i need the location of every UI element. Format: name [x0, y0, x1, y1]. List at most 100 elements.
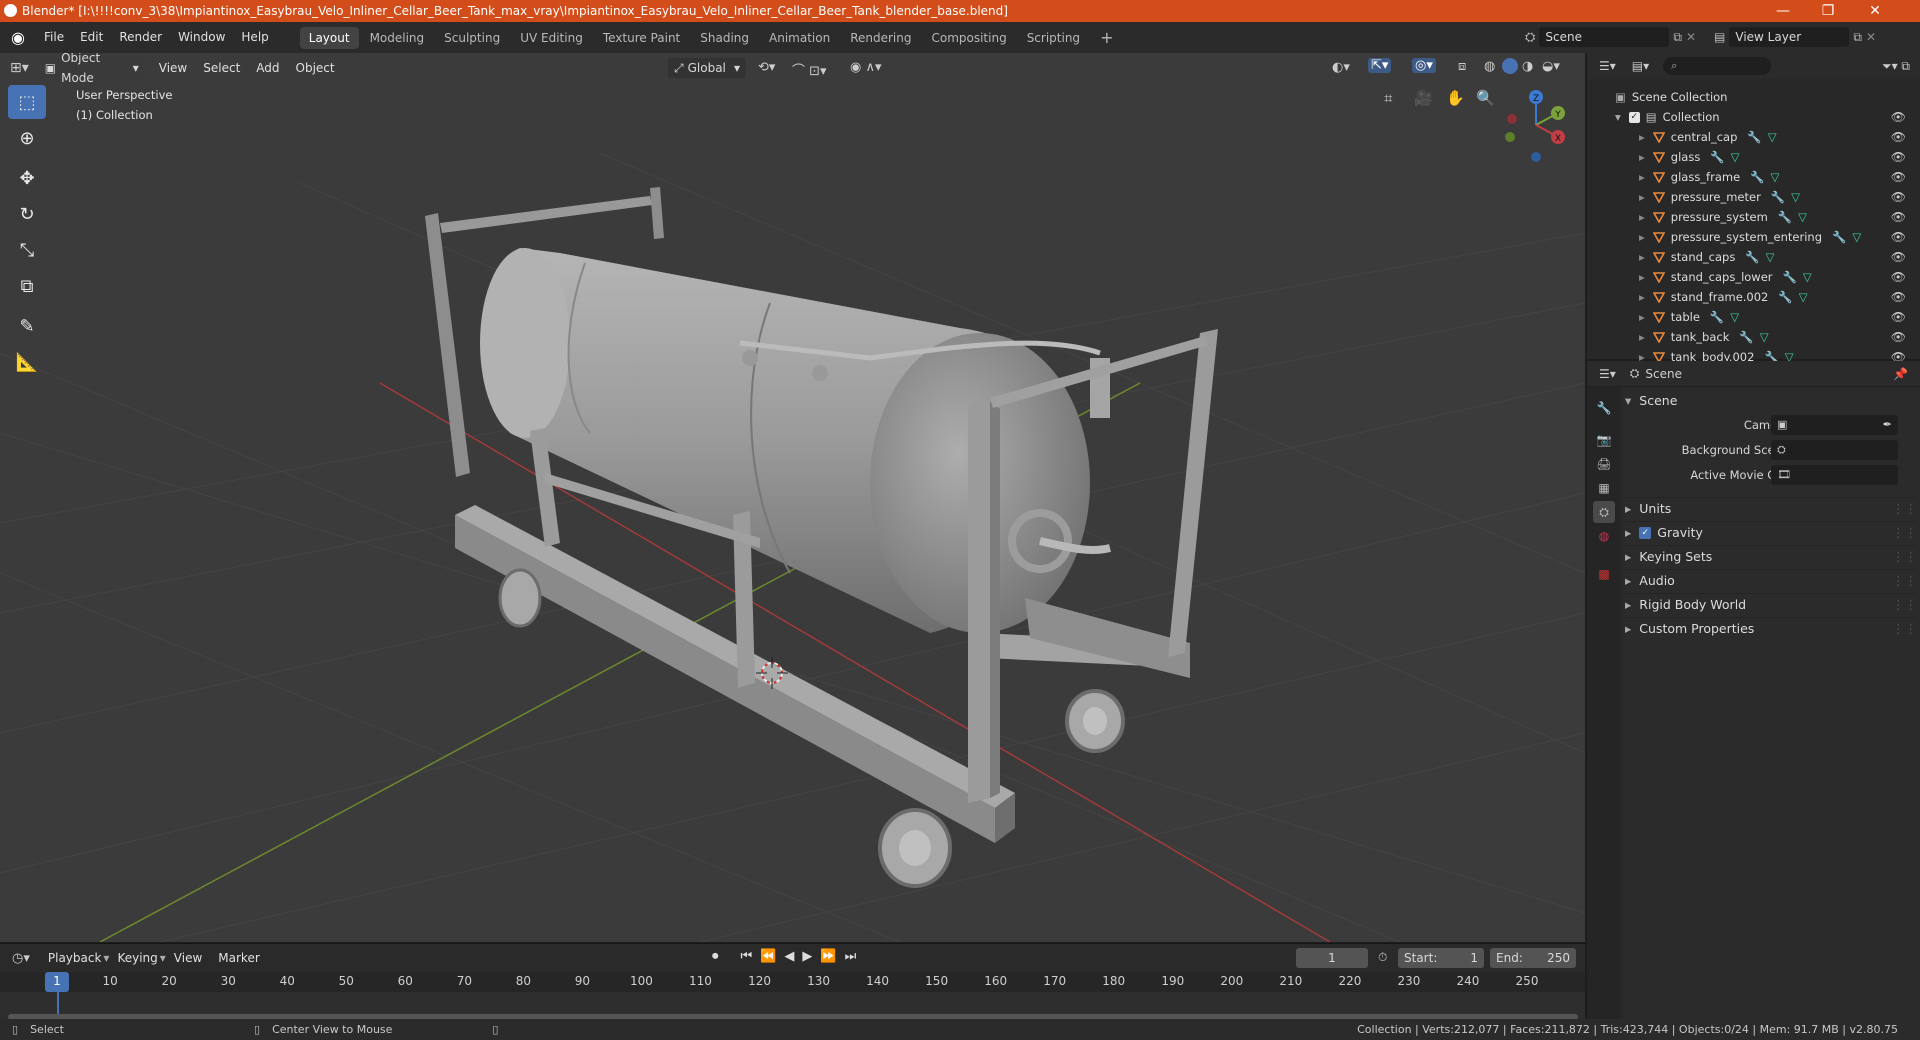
mesh-data-icon[interactable]: ▽	[1798, 210, 1807, 224]
visibility-eye-icon[interactable]: 👁	[1891, 150, 1906, 164]
outliner-row-object[interactable]: ▸ tank_back 🔧 ▽ 👁	[1587, 327, 1920, 347]
modifier-wrench-icon[interactable]: 🔧	[1745, 250, 1759, 264]
delete-scene-icon[interactable]: ✕	[1686, 30, 1696, 44]
scene-tab-icon[interactable]: ⛭	[1593, 501, 1615, 523]
scene-selector[interactable]: Scene	[1539, 27, 1670, 47]
view-layer-icon[interactable]: ▤	[1714, 30, 1725, 44]
render-tab-icon[interactable]: 📷	[1593, 429, 1615, 451]
subpanel-units[interactable]: ▸ Units ⋮⋮	[1625, 497, 1917, 519]
expand-arrow-icon[interactable]: ▸	[1639, 210, 1645, 224]
editor-type-icon[interactable]: ⊞▾	[10, 60, 29, 76]
measure-tool-icon[interactable]: 📐	[8, 345, 46, 379]
prev-keyframe-icon[interactable]: ⏪	[760, 949, 776, 964]
blender-menu-icon[interactable]: ◉	[0, 28, 36, 47]
tab-layout[interactable]: Layout	[299, 26, 359, 49]
subpanel-audio[interactable]: ▸ Audio ⋮⋮	[1625, 569, 1917, 591]
modifier-wrench-icon[interactable]: 🔧	[1778, 290, 1792, 304]
scene-section-header[interactable]: ▾ Scene	[1625, 389, 1677, 411]
outliner-row-object[interactable]: ▸ glass 🔧 ▽ 👁	[1587, 147, 1920, 167]
mesh-data-icon[interactable]: ▽	[1771, 170, 1780, 184]
timeline-track-area[interactable]: 1 10 20 30 40 50 60 70 80 90 100 110 120 130 140 150 160…	[0, 972, 1585, 1024]
subpanel-custom-properties[interactable]: ▸ Custom Properties ⋮⋮	[1625, 617, 1917, 639]
tab-modeling[interactable]: Modeling	[361, 27, 434, 49]
camera-view-icon[interactable]: 🎥	[1414, 89, 1433, 107]
tab-rendering[interactable]: Rendering	[841, 27, 920, 49]
visibility-eye-icon[interactable]: 👁	[1891, 190, 1906, 204]
scale-tool-icon[interactable]: ⤡	[8, 233, 46, 267]
mode-selector[interactable]: ▣ Object Mode ▾	[38, 53, 145, 85]
outliner-row-object[interactable]: ▸ pressure_system_entering 🔧 ▽ 👁	[1587, 227, 1920, 247]
visibility-icon[interactable]: ◐▾	[1332, 60, 1350, 75]
move-tool-icon[interactable]: ✥	[8, 161, 46, 195]
mesh-data-icon[interactable]: ▽	[1799, 290, 1808, 304]
mesh-data-icon[interactable]: ▽	[1803, 270, 1812, 284]
collection-checkbox[interactable]: ✓	[1628, 111, 1640, 123]
visibility-eye-icon[interactable]: 👁	[1891, 250, 1906, 264]
pin-icon[interactable]: 📌	[1893, 367, 1908, 381]
mesh-data-icon[interactable]: ▽	[1766, 250, 1775, 264]
visibility-eye-icon[interactable]: 👁	[1891, 290, 1906, 304]
expand-arrow-icon[interactable]: ▸	[1639, 150, 1645, 164]
viewport-menu-view[interactable]: View	[151, 53, 195, 84]
rotate-tool-icon[interactable]: ↻	[8, 197, 46, 231]
cursor-tool-icon[interactable]: ⊕	[8, 121, 46, 155]
navigation-gizmo[interactable]: Z Y X	[1496, 85, 1576, 165]
expand-arrow-icon[interactable]: ▸	[1639, 190, 1645, 204]
properties-editor-type-icon[interactable]: ☰▾	[1599, 367, 1616, 381]
modifier-wrench-icon[interactable]: 🔧	[1783, 270, 1797, 284]
annotate-tool-icon[interactable]: ✎	[8, 309, 46, 343]
jump-end-icon[interactable]: ⏭	[845, 949, 857, 964]
visibility-eye-icon[interactable]: 👁	[1891, 110, 1906, 124]
expand-arrow-icon[interactable]: ▸	[1639, 130, 1645, 144]
tab-sculpting[interactable]: Sculpting	[435, 27, 509, 49]
modifier-wrench-icon[interactable]: 🔧	[1710, 150, 1724, 164]
wireframe-shading-icon[interactable]: ◍	[1484, 59, 1495, 74]
modifier-wrench-icon[interactable]: 🔧	[1747, 130, 1761, 144]
timeline-editor-type-icon[interactable]: ◷▾	[12, 951, 30, 966]
outliner-row-object[interactable]: ▸ central_cap 🔧 ▽ 👁	[1587, 127, 1920, 147]
display-mode-icon[interactable]: ▤▾	[1632, 59, 1649, 73]
solid-shading-icon[interactable]	[1502, 58, 1518, 74]
new-scene-icon[interactable]: ⧉	[1673, 30, 1682, 45]
modifier-wrench-icon[interactable]: 🔧	[1778, 210, 1792, 224]
modifier-wrench-icon[interactable]: 🔧	[1710, 310, 1724, 324]
camera-field[interactable]: ▣ ✒	[1771, 415, 1898, 435]
minimize-button[interactable]: —	[1760, 0, 1806, 22]
modifier-wrench-icon[interactable]: 🔧	[1739, 330, 1753, 344]
scene-picker-field[interactable]: ⛭	[1771, 440, 1898, 460]
3d-viewport[interactable]: ⊞▾ ▣ Object Mode ▾ View Select Add Objec…	[0, 53, 1585, 942]
visibility-eye-icon[interactable]: 👁	[1891, 130, 1906, 144]
tab-uv-editing[interactable]: UV Editing	[511, 27, 592, 49]
transform-tool-icon[interactable]: ⧉	[8, 269, 46, 303]
drag-handle-icon[interactable]: ⋮⋮	[1892, 573, 1917, 588]
gravity-checkbox[interactable]: ✓	[1639, 526, 1652, 539]
next-keyframe-icon[interactable]: ⏩	[820, 949, 836, 964]
outliner-row-collection[interactable]: ▾ ✓ ▤ Collection 👁	[1587, 107, 1920, 127]
play-icon[interactable]: ▶	[802, 949, 812, 964]
visibility-eye-icon[interactable]: 👁	[1891, 330, 1906, 344]
timeline-menu-view[interactable]: View	[166, 943, 210, 974]
tab-texture-paint[interactable]: Texture Paint	[594, 27, 689, 49]
subpanel-rigid-body-world[interactable]: ▸ Rigid Body World ⋮⋮	[1625, 593, 1917, 615]
delete-view-layer-icon[interactable]: ✕	[1866, 30, 1876, 44]
texture-tab-icon[interactable]: ▩	[1593, 563, 1615, 585]
overlay-toggle-icon[interactable]: ◎▾	[1412, 58, 1436, 73]
viewport-menu-add[interactable]: Add	[248, 53, 287, 84]
toggle-ortho-icon[interactable]: ⌗	[1384, 89, 1392, 107]
material-shading-icon[interactable]: ◑	[1522, 59, 1533, 74]
add-workspace-icon[interactable]: +	[1091, 27, 1122, 49]
viewport-menu-object[interactable]: Object	[288, 53, 343, 84]
tab-scripting[interactable]: Scripting	[1018, 27, 1089, 49]
filter-icon[interactable]: ⏷▾ ⧉	[1882, 59, 1910, 74]
outliner-row-object[interactable]: ▸ pressure_meter 🔧 ▽ 👁	[1587, 187, 1920, 207]
outliner-row-object[interactable]: ▸ glass_frame 🔧 ▽ 👁	[1587, 167, 1920, 187]
expand-arrow-icon[interactable]: ▸	[1639, 310, 1645, 324]
expand-arrow-icon[interactable]: ▸	[1639, 330, 1645, 344]
visibility-eye-icon[interactable]: 👁	[1891, 170, 1906, 184]
expand-arrow-icon[interactable]: ▸	[1639, 270, 1645, 284]
menu-help[interactable]: Help	[233, 22, 276, 53]
pivot-point-icon[interactable]: ⟲▾	[758, 60, 775, 75]
tab-shading[interactable]: Shading	[691, 27, 758, 49]
outliner-editor-type-icon[interactable]: ☰▾	[1599, 59, 1616, 73]
new-view-layer-icon[interactable]: ⧉	[1853, 30, 1862, 45]
